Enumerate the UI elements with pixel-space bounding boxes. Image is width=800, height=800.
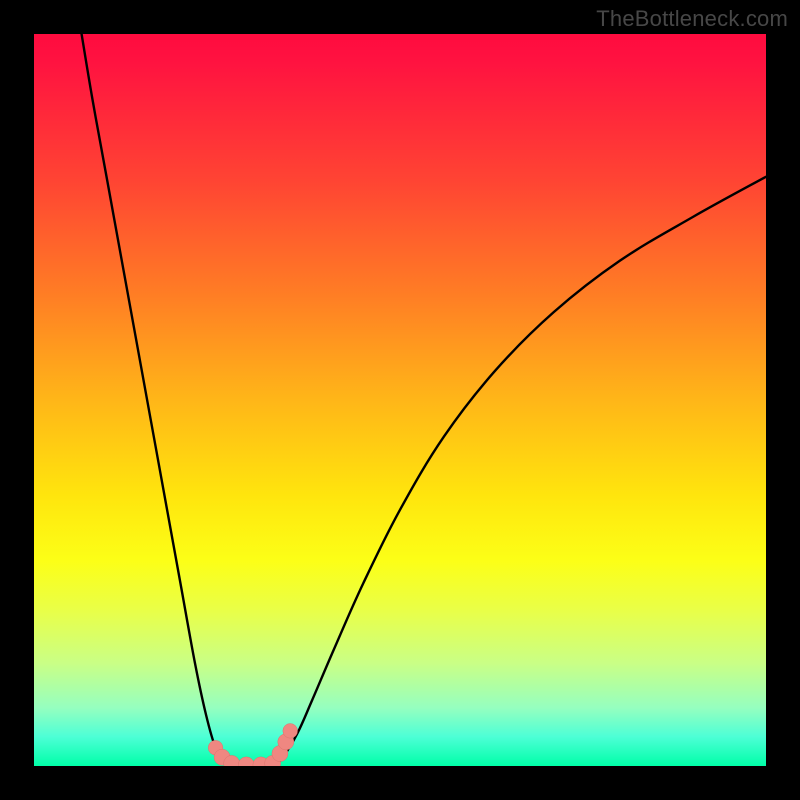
plot-area [34, 34, 766, 766]
valley-markers [208, 724, 297, 766]
valley-marker [238, 757, 254, 766]
chart-frame: TheBottleneck.com [0, 0, 800, 800]
bottleneck-curve [82, 34, 766, 765]
bottleneck-path [82, 34, 766, 765]
watermark-text: TheBottleneck.com [596, 6, 788, 32]
valley-marker [283, 724, 298, 739]
curve-svg [34, 34, 766, 766]
